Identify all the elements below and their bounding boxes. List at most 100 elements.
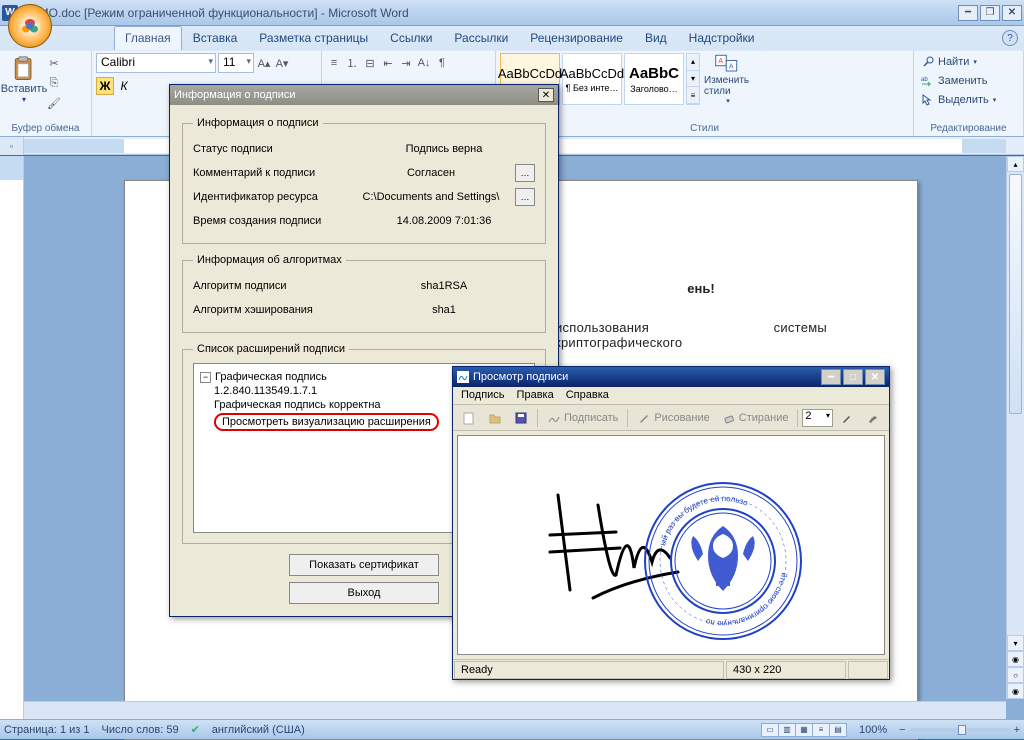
- view-outline[interactable]: ≡: [812, 723, 830, 737]
- change-styles-label: Изменить стили: [704, 75, 752, 97]
- stroke-width-combo[interactable]: 2: [802, 409, 833, 427]
- status-words[interactable]: Число слов: 59: [102, 724, 179, 736]
- zoom-track[interactable]: [910, 728, 1010, 732]
- tab-home[interactable]: Главная: [114, 26, 182, 50]
- signature-canvas[interactable]: ый раз вы будете ей пользо йте свою ориг…: [457, 435, 885, 655]
- row-status: Статус подписи Подпись верна: [193, 137, 535, 161]
- brush-icon[interactable]: [861, 408, 885, 428]
- bullets-icon[interactable]: ≡: [326, 55, 342, 71]
- exit-button[interactable]: Выход: [289, 582, 439, 604]
- draw-button[interactable]: Рисование: [632, 408, 714, 428]
- scroll-down[interactable]: ▾: [1007, 635, 1024, 651]
- view-buttons: ▭ ▥ ▦ ≡ ▤: [762, 723, 847, 737]
- paste-button[interactable]: Вставить ▾: [4, 53, 44, 106]
- view-web[interactable]: ▦: [795, 723, 813, 737]
- viewer-minimize[interactable]: ━: [821, 369, 841, 385]
- format-painter-icon[interactable]: 🖌: [46, 95, 62, 111]
- numbering-icon[interactable]: ⒈: [344, 55, 360, 71]
- multilevel-icon[interactable]: ⊟: [362, 55, 378, 71]
- styles-scroll-down[interactable]: ▾: [687, 71, 699, 88]
- scroll-thumb[interactable]: [1009, 174, 1022, 414]
- menu-signature[interactable]: Подпись: [461, 389, 505, 402]
- row-sigalgo: Алгоритм подписи sha1RSA: [193, 274, 535, 298]
- office-button[interactable]: [8, 4, 52, 48]
- style-heading1[interactable]: AaBbC Заголово…: [624, 53, 684, 105]
- zoom-out[interactable]: −: [899, 724, 905, 736]
- cut-icon[interactable]: ✂: [46, 55, 62, 71]
- show-marks-icon[interactable]: ¶: [434, 55, 450, 71]
- ruler-toggle[interactable]: ▫: [0, 137, 24, 155]
- change-styles-button[interactable]: AA Изменить стили ▾: [704, 53, 752, 105]
- dialog-close-button[interactable]: ✕: [538, 88, 554, 102]
- status-language[interactable]: английский (США): [212, 724, 305, 736]
- sign-button[interactable]: Подписать: [542, 408, 623, 428]
- pen-icon[interactable]: [835, 408, 859, 428]
- vertical-scrollbar: ▴ ▾ ◉ ○ ◉: [1006, 156, 1024, 699]
- horizontal-scrollbar[interactable]: [24, 701, 1006, 719]
- style-nospacing[interactable]: AaBbCcDd ¶ Без инте…: [562, 53, 622, 105]
- menu-help[interactable]: Справка: [566, 389, 609, 402]
- increase-indent-icon[interactable]: ⇥: [398, 55, 414, 71]
- viewer-close[interactable]: ✕: [865, 369, 885, 385]
- restore-button[interactable]: ❐: [980, 5, 1000, 21]
- grow-font-icon[interactable]: A▴: [256, 55, 272, 71]
- browse-object-button[interactable]: ○: [1007, 667, 1024, 683]
- viewer-titlebar[interactable]: Просмотр подписи ━ □ ✕: [453, 367, 889, 387]
- sort-icon[interactable]: A↓: [416, 55, 432, 71]
- save-icon[interactable]: [509, 408, 533, 428]
- view-draft[interactable]: ▤: [829, 723, 847, 737]
- doc-heading: ень!: [575, 281, 827, 296]
- status-page[interactable]: Страница: 1 из 1: [4, 724, 90, 736]
- close-button[interactable]: ✕: [1002, 5, 1022, 21]
- help-button[interactable]: ?: [1002, 30, 1018, 46]
- show-certificate-button[interactable]: Показать сертификат: [289, 554, 439, 576]
- open-icon[interactable]: [483, 408, 507, 428]
- zoom-percent[interactable]: 100%: [859, 724, 887, 736]
- italic-button[interactable]: К: [115, 77, 133, 95]
- decrease-indent-icon[interactable]: ⇤: [380, 55, 396, 71]
- label-comment: Комментарий к подписи: [193, 167, 353, 179]
- tab-review[interactable]: Рецензирование: [519, 26, 634, 50]
- tab-view[interactable]: Вид: [634, 26, 678, 50]
- status-proof-icon[interactable]: ✔: [191, 723, 200, 736]
- tab-references[interactable]: Ссылки: [379, 26, 443, 50]
- minimize-button[interactable]: ━: [958, 5, 978, 21]
- resource-more-button[interactable]: …: [515, 188, 535, 206]
- tab-insert[interactable]: Вставка: [182, 26, 249, 50]
- viewer-maximize[interactable]: □: [843, 369, 863, 385]
- zoom-in[interactable]: +: [1014, 724, 1020, 736]
- font-size-combo[interactable]: 11: [218, 53, 254, 73]
- scroll-up[interactable]: ▴: [1007, 156, 1024, 172]
- font-family-combo[interactable]: Calibri: [96, 53, 216, 73]
- dialog-title: Информация о подписи: [174, 89, 538, 101]
- view-print-layout[interactable]: ▭: [761, 723, 779, 737]
- tab-layout[interactable]: Разметка страницы: [248, 26, 379, 50]
- replace-button[interactable]: ab Заменить: [918, 72, 989, 90]
- dialog-titlebar[interactable]: Информация о подписи ✕: [170, 85, 558, 105]
- view-full-screen[interactable]: ▥: [778, 723, 796, 737]
- menu-edit[interactable]: Правка: [517, 389, 554, 402]
- window-title: DEMO.doc [Режим ограниченной функциональ…: [22, 6, 958, 20]
- comment-more-button[interactable]: …: [515, 164, 535, 182]
- zoom-thumb[interactable]: [958, 725, 966, 735]
- styles-expand[interactable]: ≡: [687, 87, 699, 104]
- new-icon[interactable]: [457, 408, 481, 428]
- erase-button[interactable]: Стирание: [717, 408, 794, 428]
- bold-button[interactable]: Ж: [96, 77, 114, 95]
- label-sigalgo: Алгоритм подписи: [193, 280, 353, 292]
- select-button[interactable]: Выделить▾: [918, 91, 998, 109]
- row-resource: Идентификатор ресурса C:\Documents and S…: [193, 185, 535, 209]
- prev-page-button[interactable]: ◉: [1007, 651, 1024, 667]
- vertical-ruler[interactable]: [0, 156, 24, 719]
- fieldset-info: Информация о подписи Статус подписи Подп…: [182, 117, 546, 244]
- legend-info: Информация о подписи: [193, 117, 323, 129]
- shrink-font-icon[interactable]: A▾: [274, 55, 290, 71]
- tab-addins[interactable]: Надстройки: [678, 26, 766, 50]
- next-page-button[interactable]: ◉: [1007, 683, 1024, 699]
- tree-collapse-icon[interactable]: −: [200, 372, 211, 383]
- tab-mailings[interactable]: Рассылки: [443, 26, 519, 50]
- find-button[interactable]: Найти▾: [918, 53, 979, 71]
- copy-icon[interactable]: ⎘: [46, 75, 62, 91]
- styles-scroll-up[interactable]: ▴: [687, 54, 699, 71]
- style-preview: AaBbC: [629, 65, 679, 82]
